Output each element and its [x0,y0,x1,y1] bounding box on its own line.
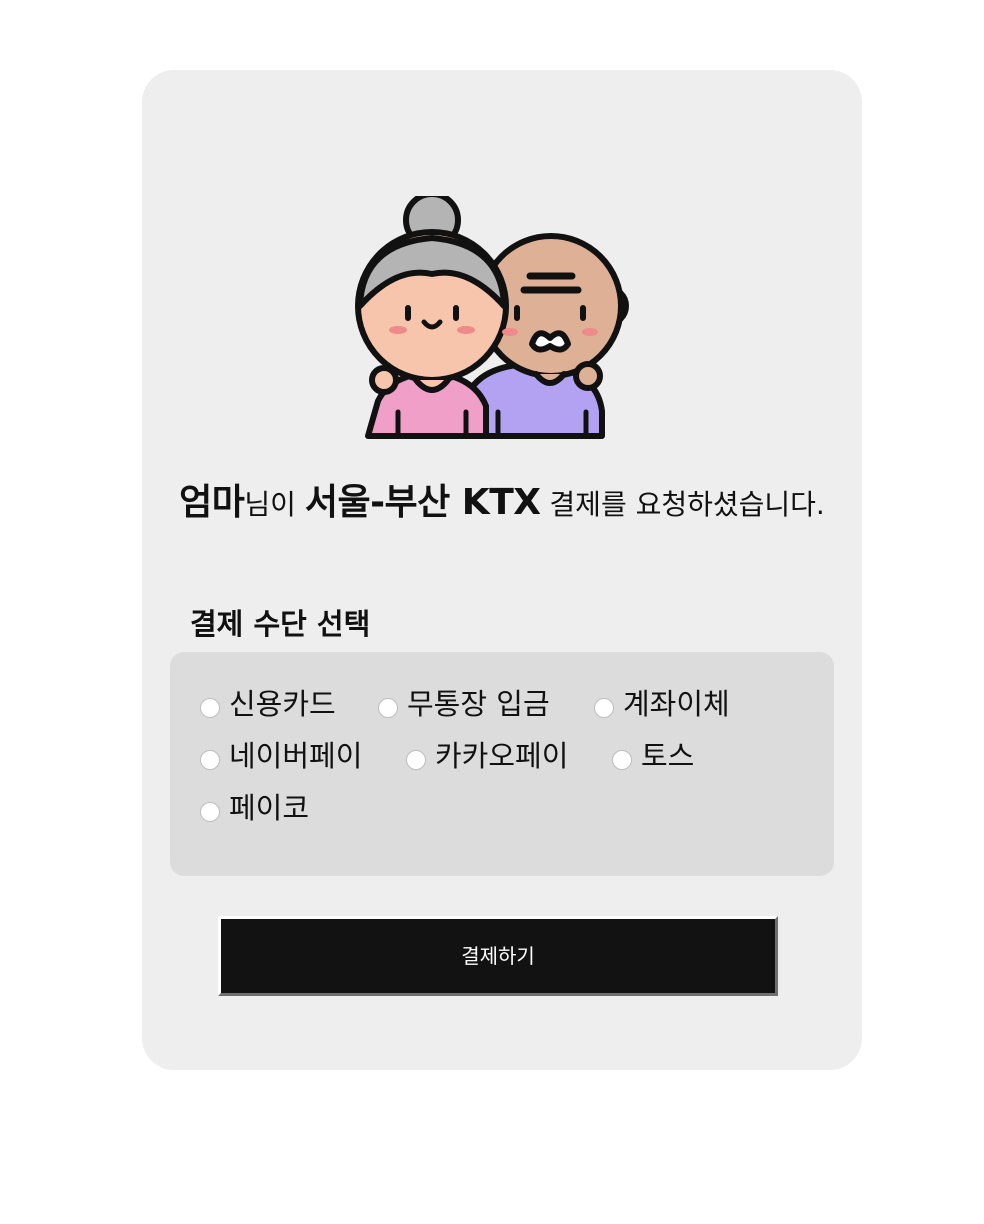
payment-option-toss[interactable]: 토스 [612,734,694,778]
payment-option-label: 네이버페이 [229,739,363,773]
payment-option-label: 토스 [641,739,695,773]
bank-deposit-radio[interactable] [378,698,398,718]
payco-radio[interactable] [200,802,220,822]
request-message: 결제를 요청하셨습니다. [549,488,825,521]
elderly-couple-icon [355,196,629,439]
payment-option-bank-deposit[interactable]: 무통장 입금 [378,682,550,726]
payment-method-title: 결제 수단 선택 [190,607,371,641]
payment-option-payco[interactable]: 페이코 [200,786,309,830]
payment-option-kakao-pay[interactable]: 카카오페이 [406,734,568,778]
payment-option-account-transfer[interactable]: 계좌이체 [594,682,730,726]
payment-request-card: 엄마님이 서울-부산 KTX 결제를 요청하셨습니다. 결제 수단 선택 신용카… [142,70,862,1070]
payment-option-label: 신용카드 [229,687,336,721]
payment-option-label: 페이코 [229,791,310,825]
naver-pay-radio[interactable] [200,750,220,770]
pay-button[interactable]: 결제하기 [218,916,778,996]
account-transfer-radio[interactable] [594,698,614,718]
kakao-pay-radio[interactable] [406,750,426,770]
payment-option-label: 카카오페이 [435,739,569,773]
requester-name: 엄마 [179,482,245,523]
toss-radio[interactable] [612,750,632,770]
requested-item: 서울-부산 KTX [304,482,541,523]
payment-option-label: 무통장 입금 [407,687,550,721]
payment-method-options: 신용카드 무통장 입금 계좌이체 네이버페이 카카오페이 토스 페이코 [170,652,834,876]
payment-option-credit-card[interactable]: 신용카드 [200,682,336,726]
payment-option-naver-pay[interactable]: 네이버페이 [200,734,362,778]
payment-option-label: 계좌이체 [623,687,730,721]
payment-request-message: 엄마님이 서울-부산 KTX 결제를 요청하셨습니다. [142,478,862,530]
requester-honorific: 님이 [244,488,296,521]
credit-card-radio[interactable] [200,698,220,718]
